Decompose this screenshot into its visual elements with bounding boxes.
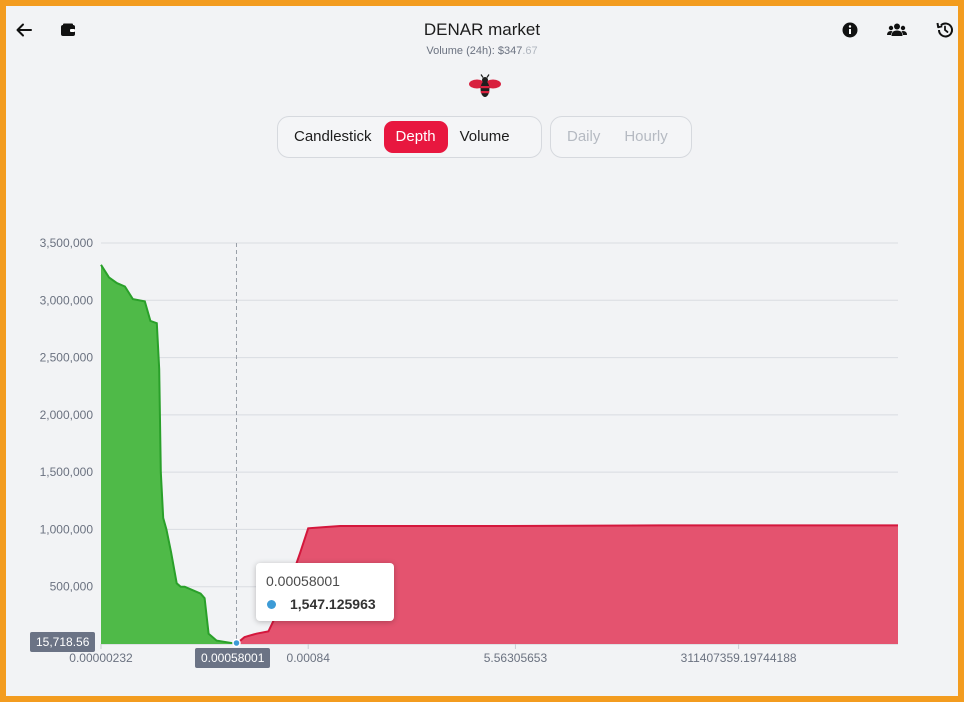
crosshair-x-label: 0.00058001: [195, 648, 271, 668]
y-tick-label: 1,500,000: [40, 465, 94, 479]
x-tick-label: 0.00000232: [69, 651, 133, 665]
tooltip-series-dot: [267, 600, 276, 609]
y-tick-label: 2,500,000: [40, 351, 94, 365]
tooltip-y-value: 1,547.125963: [290, 596, 376, 612]
y-tick-label: 3,500,000: [40, 236, 94, 250]
x-tick-label: 5.56305653: [484, 651, 548, 665]
tooltip-x-value: 0.00058001: [266, 573, 340, 589]
app-window: DENAR market Volume (24h): $347.67 Candl…: [6, 6, 958, 696]
y-tick-label: 1,000,000: [40, 522, 94, 536]
y-tick-label: 3,000,000: [40, 293, 94, 307]
x-tick-label: 311407359.19744188: [681, 651, 797, 665]
chart-tooltip: 0.00058001 1,547.125963: [256, 563, 394, 621]
x-tick-label: 0.00084: [287, 651, 331, 665]
y-tick-label: 500,000: [50, 580, 94, 594]
y-tick-label: 2,000,000: [40, 408, 94, 422]
depth-chart[interactable]: 3,500,000 3,000,000 2,500,000 2,000,000 1,50…: [6, 6, 958, 696]
crosshair-point: [232, 638, 241, 648]
crosshair-y-label: 15,718.56: [30, 632, 96, 652]
